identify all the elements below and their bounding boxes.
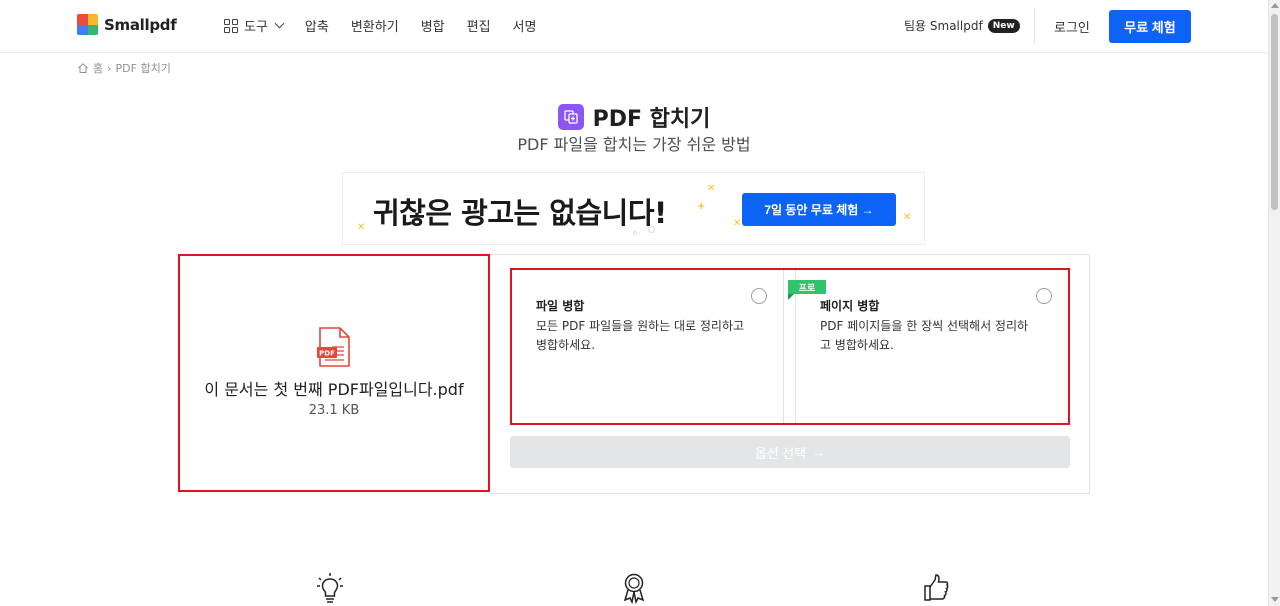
tools-menu[interactable]: 도구 (224, 16, 285, 35)
option-description: PDF 페이지들을 한 장씩 선택해서 정리하고 병합하세요. (820, 319, 1029, 352)
pdf-icon-label: PDF (319, 350, 335, 358)
option-page-merge[interactable]: 페이지 병합 PDF 페이지들을 한 장씩 선택해서 정리하고 병합하세요. (796, 270, 1068, 423)
option-title: 파일 병합 (536, 299, 585, 313)
top-navbar: Smallpdf 도구 압축 변환하기 병합 편집 서명 팀용 Smallpdf… (0, 0, 1268, 53)
file-name: 이 문서는 첫 번째 PDF파일입니다.pdf (204, 380, 464, 399)
grid-icon (224, 18, 238, 33)
team-label: 팀용 Smallpdf (904, 19, 983, 33)
option-file-merge[interactable]: 파일 병합 모든 PDF 파일들을 원하는 대로 정리하고 병합하세요. (512, 270, 784, 423)
lightbulb-icon (317, 573, 343, 603)
home-icon (78, 63, 88, 73)
thumbs-up-icon (924, 574, 949, 601)
logo-text: Smallpdf (104, 15, 177, 34)
nav-edit[interactable]: 편집 (467, 16, 491, 35)
sparkle-icon: + (697, 201, 706, 212)
login-link[interactable]: 로그인 (1054, 17, 1090, 36)
chevron-down-icon (274, 18, 285, 29)
sparkle-icon: ✕ (733, 218, 742, 229)
new-badge: New (987, 18, 1020, 33)
merge-options: 파일 병합 모든 PDF 파일들을 원하는 대로 정리하고 병합하세요. 프로 … (510, 268, 1070, 425)
scrollbar[interactable] (1268, 0, 1280, 606)
select-option-button[interactable]: 옵션 선택 → (510, 436, 1070, 468)
breadcrumb-separator: › (107, 61, 112, 75)
decor-dot (633, 231, 637, 235)
page-header: PDF 합치기 (0, 101, 1268, 133)
sparkle-icon: ✕ (357, 222, 366, 233)
tools-label: 도구 (244, 20, 268, 35)
option-title: 페이지 병합 (820, 299, 880, 313)
smallpdf-logo[interactable]: Smallpdf (77, 14, 177, 35)
nav-sign[interactable]: 서명 (513, 16, 537, 35)
ad-banner: 귀찮은 광고는 없습니다! ✕ + ✕ ✕ ✕ 7일 동안 무료 체험 → (342, 172, 925, 245)
select-button-label: 옵션 선택 (754, 445, 807, 461)
free-trial-button[interactable]: 무료 체험 (1109, 10, 1191, 43)
award-icon (623, 573, 645, 604)
pdf-file-icon: PDF (317, 327, 350, 367)
breadcrumb: 홈 › PDF 합치기 (77, 60, 171, 76)
scroll-down-arrow-icon[interactable] (1271, 597, 1279, 602)
file-size: 23.1 KB (308, 403, 360, 418)
nav-convert[interactable]: 변환하기 (351, 16, 399, 35)
main-nav: 도구 압축 변환하기 병합 편집 서명 (224, 16, 558, 35)
ad-headline: 귀찮은 광고는 없습니다! (373, 196, 667, 230)
decor-dot (648, 226, 655, 233)
header-divider (1034, 8, 1035, 44)
logo-icon (77, 14, 98, 35)
ad-trial-button[interactable]: 7일 동안 무료 체험 → (742, 193, 896, 226)
scroll-thumb[interactable] (1271, 14, 1278, 210)
option-radio[interactable] (751, 288, 767, 304)
option-radio[interactable] (1036, 288, 1052, 304)
scroll-up-arrow-icon[interactable] (1271, 3, 1279, 8)
team-smallpdf-link[interactable]: 팀용 Smallpdf New (904, 17, 1020, 34)
option-description: 모든 PDF 파일들을 원하는 대로 정리하고 병합하세요. (536, 319, 745, 352)
arrow-right-icon: → (812, 444, 826, 460)
nav-compress[interactable]: 압축 (305, 16, 329, 35)
page-title: PDF 합치기 (592, 107, 711, 132)
pro-badge-tail (788, 294, 794, 300)
sparkle-icon: ✕ (903, 212, 912, 223)
uploaded-file-card[interactable]: PDF 이 문서는 첫 번째 PDF파일입니다.pdf 23.1 KB (178, 254, 490, 492)
merge-tool-icon (557, 104, 584, 130)
page-subtitle: PDF 파일을 합치는 가장 쉬운 방법 (517, 135, 751, 154)
breadcrumb-current: PDF 합치기 (115, 62, 171, 75)
nav-merge[interactable]: 병합 (421, 16, 445, 35)
sparkle-icon: ✕ (707, 183, 716, 194)
breadcrumb-home[interactable]: 홈 (93, 60, 103, 76)
